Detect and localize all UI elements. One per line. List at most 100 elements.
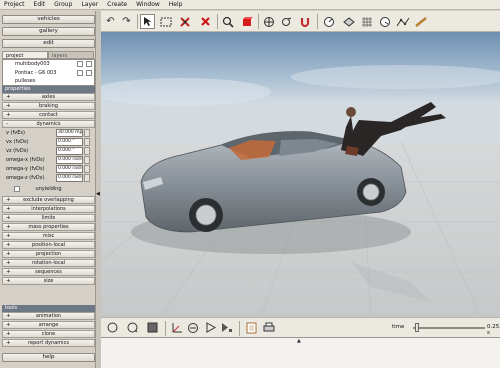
magnet-icon[interactable] — [297, 14, 312, 29]
plane-icon[interactable] — [341, 14, 356, 29]
tool-animation[interactable]: + animation — [2, 312, 95, 320]
view-dial-icon[interactable] — [321, 14, 336, 29]
tool-clone[interactable]: + clone — [2, 330, 95, 338]
expand-icon: + — [6, 313, 11, 319]
section-braking[interactable]: + braking — [2, 102, 95, 110]
step-icon[interactable] — [219, 320, 234, 335]
v-input[interactable]: 30.000 mph — [56, 129, 83, 137]
expand-icon: + — [6, 269, 11, 275]
expand-icon: + — [6, 260, 11, 266]
rod-icon[interactable] — [413, 14, 428, 29]
omega-x-input[interactable]: 0.000 rad/s — [56, 156, 83, 164]
section-axles[interactable]: + axles — [2, 93, 95, 101]
unyielding-row: unyielding — [2, 185, 95, 194]
delete-icon[interactable] — [198, 14, 213, 29]
section-mass-properties[interactable]: + mass properties — [2, 223, 95, 231]
menu-help[interactable]: Help — [169, 1, 183, 8]
dropdown-icon[interactable] — [125, 320, 140, 335]
section-limits[interactable]: + limits — [2, 214, 95, 222]
list-item[interactable]: Pontiac - G6 003 — [3, 69, 94, 78]
menu-edit[interactable]: Edit — [34, 1, 46, 8]
tab-project[interactable]: project — [2, 51, 48, 59]
select-arrow-icon[interactable] — [140, 14, 155, 29]
3d-viewport[interactable] — [101, 32, 500, 317]
visibility-checkbox[interactable] — [77, 69, 83, 76]
move-icon[interactable] — [261, 14, 276, 29]
omega-z-input[interactable]: 0.000 rad/s — [56, 174, 83, 182]
object-cube-icon[interactable] — [239, 14, 254, 29]
spinner[interactable] — [84, 156, 90, 164]
menu-project[interactable]: Project — [4, 1, 25, 8]
vehicles-button[interactable]: vehicles — [2, 15, 95, 24]
section-misc[interactable]: + misc — [2, 232, 95, 240]
edit-button[interactable]: edit — [2, 39, 95, 48]
expand-panel-icon[interactable]: ▲ — [297, 338, 301, 344]
section-label: limits — [41, 215, 56, 221]
spinner[interactable] — [84, 147, 90, 155]
section-contact[interactable]: + contact — [2, 111, 95, 119]
zoom-icon[interactable] — [220, 14, 235, 29]
section-label: projection — [36, 251, 61, 257]
lock-checkbox[interactable] — [86, 61, 92, 67]
section-label: misc — [42, 233, 55, 239]
section-interpolations[interactable]: + interpolations — [2, 205, 95, 213]
menu-window[interactable]: Window — [136, 1, 160, 8]
project-list: multibody003 Pontiac - G6 003 pulleses — [2, 59, 95, 86]
rectangle-select-icon[interactable] — [158, 14, 173, 29]
help-button[interactable]: help — [2, 353, 95, 362]
expand-icon: + — [6, 206, 11, 212]
lock-checkbox[interactable] — [86, 69, 92, 76]
tool-arrange[interactable]: + arrange — [2, 321, 95, 329]
list-item-label: Pontiac - G6 003 — [15, 69, 57, 76]
menu-create[interactable]: Create — [107, 1, 127, 8]
expand-icon: + — [6, 103, 11, 109]
undo-icon[interactable]: ↶ — [103, 14, 118, 29]
section-label: position-local — [31, 242, 66, 248]
section-sequences[interactable]: + sequences — [2, 268, 95, 276]
menu-layer[interactable]: Layer — [81, 1, 98, 8]
transform-icon[interactable] — [177, 14, 192, 29]
gallery-button[interactable]: gallery — [2, 27, 95, 36]
output-panel[interactable]: ▲ — [101, 337, 500, 368]
expand-icon: + — [6, 112, 11, 118]
tab-layers[interactable]: layers — [48, 51, 94, 59]
left-panel: vehicles gallery edit project layers mul… — [0, 11, 96, 368]
section-rotation-local[interactable]: + rotation-local — [2, 259, 95, 267]
rotate-icon[interactable] — [279, 14, 294, 29]
spinner[interactable] — [84, 165, 90, 173]
vx-input[interactable]: 0.000 ° — [56, 138, 83, 146]
color-swatch-icon[interactable] — [145, 320, 160, 335]
section-dynamics[interactable]: - dynamics — [2, 120, 95, 128]
tools-header: tools — [2, 305, 95, 312]
toolbar-divider — [258, 14, 259, 29]
menu-group[interactable]: Group — [54, 1, 72, 8]
visibility-checkbox[interactable] — [77, 61, 83, 67]
grid-icon[interactable] — [359, 14, 374, 29]
print-icon[interactable] — [261, 320, 276, 335]
gauge-icon[interactable] — [377, 14, 392, 29]
path-icon[interactable] — [395, 14, 410, 29]
spinner[interactable] — [84, 174, 90, 182]
collapse-left-icon[interactable]: ◀ — [96, 191, 100, 197]
document-icon[interactable] — [244, 320, 259, 335]
section-projection[interactable]: + projection — [2, 250, 95, 258]
section-label: sequences — [35, 269, 62, 275]
vz-input[interactable]: 0.000 ° — [56, 147, 83, 155]
redo-icon[interactable]: ↷ — [119, 14, 134, 29]
spinner[interactable] — [84, 129, 90, 137]
spinner[interactable] — [84, 138, 90, 146]
list-item[interactable]: pulleses — [3, 77, 94, 85]
play-icon[interactable] — [203, 320, 218, 335]
section-exclude-overlapping[interactable]: + exclude overlapping — [2, 196, 95, 204]
section-size[interactable]: + size — [2, 277, 95, 285]
circle-shape-icon[interactable] — [105, 320, 120, 335]
time-slider-thumb[interactable] — [415, 323, 420, 332]
list-item[interactable]: multibody003 — [3, 60, 94, 69]
time-slider[interactable] — [413, 327, 485, 329]
camera-orbit-icon[interactable] — [185, 320, 200, 335]
tool-report-dynamics[interactable]: + report dynamics — [2, 339, 95, 347]
section-position-local[interactable]: + position-local — [2, 241, 95, 249]
axes-icon[interactable] — [169, 320, 184, 335]
omega-y-input[interactable]: 0.000 rad/s — [56, 165, 83, 173]
field-vx: vx (fvDs) 0.000 ° — [2, 138, 95, 147]
